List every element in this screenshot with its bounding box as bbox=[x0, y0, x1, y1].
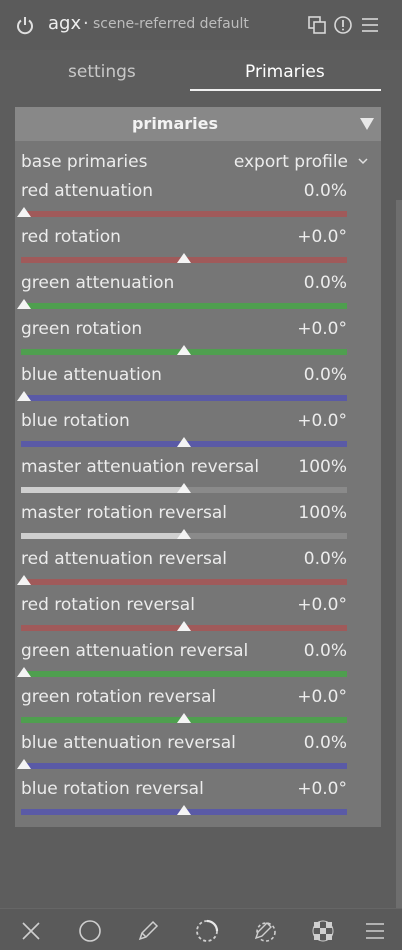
slider-master-rotation-reversal[interactable]: master rotation reversal 100% bbox=[21, 503, 347, 549]
section-title: primaries bbox=[131, 114, 219, 133]
power-icon[interactable] bbox=[15, 15, 35, 35]
slider-thumb[interactable] bbox=[17, 299, 31, 309]
slider-label: green rotation bbox=[21, 319, 143, 339]
slider-track[interactable] bbox=[21, 303, 347, 309]
slider-thumb[interactable] bbox=[177, 345, 191, 355]
module-name: agx bbox=[48, 13, 82, 34]
slider-label: green attenuation bbox=[21, 273, 175, 293]
slider-thumb[interactable] bbox=[177, 713, 191, 723]
slider-label: green attenuation reversal bbox=[21, 641, 249, 661]
checkerboard-icon[interactable] bbox=[311, 919, 335, 943]
slider-label: master rotation reversal bbox=[21, 503, 228, 523]
slider-green-attenuation-reversal[interactable]: green attenuation reversal 0.0% bbox=[17, 641, 347, 687]
slider-green-rotation-reversal[interactable]: green rotation reversal +0.0° bbox=[21, 687, 347, 733]
chevron-down-icon[interactable] bbox=[357, 156, 369, 166]
primaries-panel: primaries base primaries export profile … bbox=[15, 107, 381, 827]
slider-blue-rotation-reversal[interactable]: blue rotation reversal +0.0° bbox=[21, 779, 347, 825]
slider-thumb[interactable] bbox=[177, 253, 191, 263]
slider-thumb[interactable] bbox=[17, 667, 31, 677]
slider-green-attenuation[interactable]: green attenuation 0.0% bbox=[17, 273, 347, 319]
slider-value[interactable]: +0.0° bbox=[297, 595, 347, 615]
slider-label: red rotation bbox=[21, 227, 121, 247]
slider-track[interactable] bbox=[21, 395, 347, 401]
slider-thumb[interactable] bbox=[177, 621, 191, 631]
slider-red-rotation-reversal[interactable]: red rotation reversal +0.0° bbox=[21, 595, 347, 641]
module-header: agx · scene-referred default bbox=[0, 0, 402, 50]
slider-label: red rotation reversal bbox=[21, 595, 195, 615]
slider-thumb[interactable] bbox=[177, 437, 191, 447]
slider-red-attenuation[interactable]: red attenuation 0.0% bbox=[17, 181, 347, 227]
slider-thumb[interactable] bbox=[17, 759, 31, 769]
slider-value[interactable]: 100% bbox=[298, 503, 347, 523]
slider-thumb[interactable] bbox=[177, 529, 191, 539]
slider-label: red attenuation reversal bbox=[21, 549, 227, 569]
slider-thumb[interactable] bbox=[177, 805, 191, 815]
tab-settings[interactable]: settings bbox=[68, 62, 136, 82]
slider-thumb[interactable] bbox=[17, 207, 31, 217]
slider-label: red attenuation bbox=[21, 181, 154, 201]
slider-track[interactable] bbox=[21, 763, 347, 769]
multi-instance-icon[interactable] bbox=[307, 15, 327, 35]
slider-track[interactable] bbox=[21, 579, 347, 585]
dotted-circle-icon[interactable] bbox=[195, 919, 219, 943]
slider-label: master attenuation reversal bbox=[21, 457, 260, 477]
slider-fill bbox=[21, 533, 184, 539]
close-icon[interactable] bbox=[19, 919, 43, 943]
slider-label: blue rotation reversal bbox=[21, 779, 204, 799]
bottom-toolbar bbox=[0, 908, 402, 950]
base-primaries-label: base primaries bbox=[21, 152, 148, 172]
slider-thumb[interactable] bbox=[17, 391, 31, 401]
section-header[interactable]: primaries bbox=[15, 107, 381, 141]
slider-value[interactable]: +0.0° bbox=[297, 227, 347, 247]
slider-value[interactable]: 0.0% bbox=[304, 273, 347, 293]
slider-label: blue rotation bbox=[21, 411, 130, 431]
module-separator: · bbox=[83, 13, 89, 34]
slider-track[interactable] bbox=[21, 671, 347, 677]
slider-value[interactable]: +0.0° bbox=[297, 319, 347, 339]
pencil-circle-icon[interactable] bbox=[253, 919, 277, 943]
slider-blue-attenuation[interactable]: blue attenuation 0.0% bbox=[17, 365, 347, 411]
slider-value[interactable]: 0.0% bbox=[304, 733, 347, 753]
menu-icon[interactable] bbox=[363, 919, 387, 943]
slider-master-attenuation-reversal[interactable]: master attenuation reversal 100% bbox=[21, 457, 347, 503]
slider-label: blue attenuation reversal bbox=[21, 733, 236, 753]
slider-red-rotation[interactable]: red rotation +0.0° bbox=[21, 227, 347, 273]
base-primaries-dropdown[interactable]: export profile bbox=[234, 152, 348, 172]
slider-value[interactable]: +0.0° bbox=[297, 411, 347, 431]
slider-value[interactable]: 0.0% bbox=[304, 641, 347, 661]
slider-label: green rotation reversal bbox=[21, 687, 217, 707]
slider-value[interactable]: +0.0° bbox=[297, 687, 347, 707]
slider-thumb[interactable] bbox=[17, 575, 31, 585]
slider-thumb[interactable] bbox=[177, 483, 191, 493]
tab-primaries[interactable]: Primaries bbox=[245, 62, 325, 82]
slider-value[interactable]: 0.0% bbox=[304, 181, 347, 201]
pencil-icon[interactable] bbox=[136, 919, 160, 943]
slider-green-rotation[interactable]: green rotation +0.0° bbox=[21, 319, 347, 365]
slider-fill bbox=[21, 487, 184, 493]
slider-value[interactable]: 100% bbox=[298, 457, 347, 477]
triangle-down-icon[interactable] bbox=[360, 118, 374, 130]
slider-value[interactable]: 0.0% bbox=[304, 365, 347, 385]
slider-value[interactable]: 0.0% bbox=[304, 549, 347, 569]
presets-menu-icon[interactable] bbox=[360, 15, 380, 35]
circle-icon[interactable] bbox=[78, 919, 102, 943]
slider-track[interactable] bbox=[21, 211, 347, 217]
preset-name: scene-referred default bbox=[93, 16, 249, 32]
scrollbar[interactable] bbox=[396, 200, 402, 908]
slider-red-attenuation-reversal[interactable]: red attenuation reversal 0.0% bbox=[17, 549, 347, 595]
reset-icon[interactable] bbox=[333, 15, 353, 35]
slider-value[interactable]: +0.0° bbox=[297, 779, 347, 799]
slider-label: blue attenuation bbox=[21, 365, 162, 385]
slider-blue-rotation[interactable]: blue rotation +0.0° bbox=[21, 411, 347, 457]
slider-blue-attenuation-reversal[interactable]: blue attenuation reversal 0.0% bbox=[17, 733, 347, 779]
active-tab-indicator bbox=[190, 89, 381, 91]
